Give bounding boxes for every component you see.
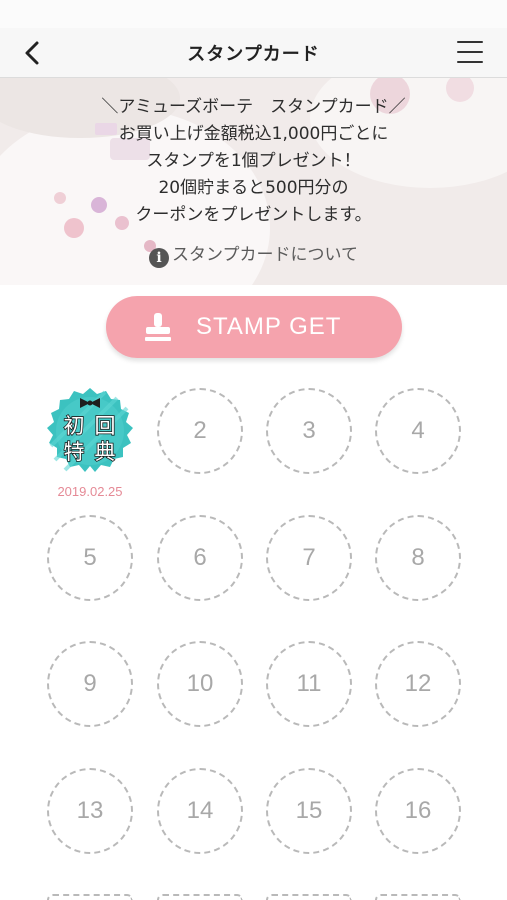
stamp-slot: 11 (266, 641, 352, 727)
stamp-slot-number: 14 (186, 797, 214, 824)
stamp-slot-number: 10 (186, 670, 214, 697)
stamp-slot-number: 9 (83, 670, 97, 697)
stamp-slot-number: 15 (295, 797, 323, 824)
stamp-slot (266, 894, 352, 900)
campaign-line: お買い上げ金額税込1,000円ごとに (118, 124, 389, 144)
stamp-slot: 12 (375, 641, 461, 727)
badge-char: 特 (64, 440, 85, 464)
stamp-slot (157, 894, 243, 900)
stamp-slot: 4 (375, 388, 461, 474)
campaign-line: クーポンをプレゼントします。 (135, 205, 372, 225)
stamp-slot: 10 (157, 641, 243, 727)
stamp-slot-number: 13 (76, 797, 104, 824)
campaign-description: ＼アミューズボーテ スタンプカード／ お買い上げ金額税込1,000円ごとに スタ… (0, 94, 507, 229)
stamp-slot: 13 (47, 768, 133, 854)
about-stamp-card-label: スタンプカードについて (172, 245, 358, 265)
campaign-line: スタンプを1個プレゼント！ (146, 151, 361, 171)
stamp-slot-number: 2 (193, 417, 207, 444)
first-visit-bonus-stamp: 初 回 特 典 (47, 388, 133, 472)
stamp-slot-number: 16 (404, 797, 432, 824)
badge-char: 初 (64, 414, 85, 438)
stamp-slot: 14 (157, 768, 243, 854)
campaign-line: 20個貯まると500円分の (158, 178, 349, 198)
stamp-date: 2019.02.25 (57, 484, 123, 499)
stamp-get-label: STAMP GET (196, 313, 342, 340)
stamp-slot-number: 8 (411, 544, 425, 571)
stamp-slot (47, 894, 133, 900)
stamp-slot-number: 3 (302, 417, 316, 444)
stamp-slot-number: 7 (302, 544, 316, 571)
stamp-get-button[interactable]: STAMP GET (106, 296, 402, 358)
stamp-slot-number: 4 (411, 417, 425, 444)
stamp-slot-number: 12 (404, 670, 432, 697)
stamp-slot (375, 894, 461, 900)
stamp-slot: 9 (47, 641, 133, 727)
badge-char: 典 (95, 440, 116, 464)
badge-char: 回 (95, 414, 116, 438)
campaign-line: ＼アミューズボーテ スタンプカード／ (101, 97, 406, 117)
info-icon: i (149, 248, 169, 268)
stamp-slot-number: 5 (83, 544, 97, 571)
about-stamp-card-link[interactable]: i スタンプカードについて (0, 240, 507, 268)
nav-bar: スタンプカード (0, 28, 507, 78)
stamp-slot: 6 (157, 515, 243, 601)
stamp-slot: 16 (375, 768, 461, 854)
stamp-slot-number: 11 (296, 670, 322, 697)
stamp-slot: 5 (47, 515, 133, 601)
page-title: スタンプカード (187, 44, 320, 65)
stamp-slot: 15 (266, 768, 352, 854)
stamp-icon (145, 313, 171, 341)
stamp-slot: 7 (266, 515, 352, 601)
hero-banner: ＼アミューズボーテ スタンプカード／ お買い上げ金額税込1,000円ごとに スタ… (0, 78, 507, 285)
stamp-slot-number: 6 (193, 544, 207, 571)
stamp-slot: 8 (375, 515, 461, 601)
stamp-slot: 3 (266, 388, 352, 474)
status-bar (0, 0, 507, 28)
stamp-slot: 2 (157, 388, 243, 474)
hamburger-menu-icon[interactable] (455, 38, 485, 66)
